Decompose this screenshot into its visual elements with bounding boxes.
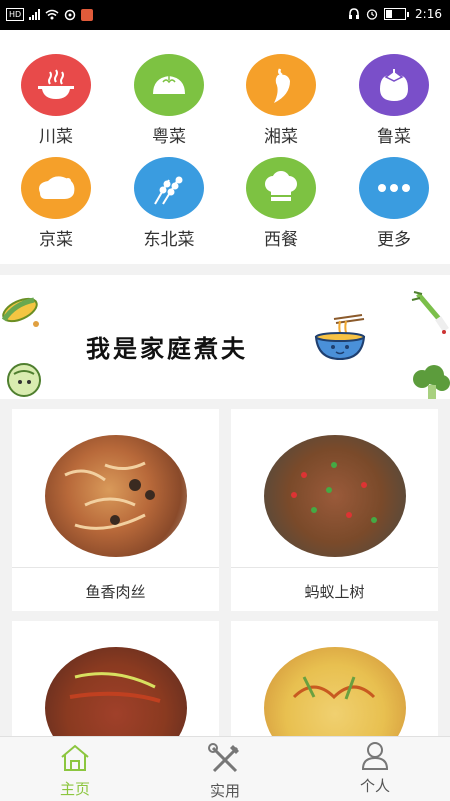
category-more[interactable]: 更多 [344, 157, 444, 250]
alarm-icon [366, 9, 378, 20]
app-notification-icon [81, 8, 94, 21]
banner[interactable]: 我是家庭煮夫 [0, 275, 450, 399]
tab-label: 实用 [209, 782, 240, 800]
more-icon [378, 184, 410, 192]
person-icon [361, 742, 389, 770]
headphones-icon [349, 8, 360, 19]
recipe-card[interactable]: 蚂蚁上树 [231, 409, 438, 611]
recipe-image-texture [291, 462, 377, 523]
category-hunan[interactable]: 湘菜 [231, 54, 331, 147]
leek-icon [411, 291, 449, 334]
recipe-name: 蚂蚁上树 [304, 583, 365, 601]
category-western[interactable]: 西餐 [231, 157, 331, 250]
recipe-card[interactable] [12, 621, 219, 769]
tab-label: 主页 [59, 780, 90, 798]
banner-title: 我是家庭煮夫 [86, 335, 248, 363]
category-label: 湘菜 [264, 127, 298, 147]
sync-icon [64, 9, 76, 20]
category-0-circle [21, 54, 91, 116]
signal-4g-icon [29, 9, 41, 20]
category-4-circle [21, 157, 91, 219]
category-5-circle [134, 157, 204, 219]
category-label: 鲁菜 [377, 127, 411, 147]
corn-icon [1, 297, 39, 327]
card-divider [12, 567, 219, 568]
noodle-bowl-icon [314, 314, 366, 361]
battery-icon [384, 8, 407, 20]
category-sichuan[interactable]: 川菜 [6, 54, 106, 147]
status-time: 2:16 [415, 7, 442, 21]
broccoli-icon [413, 365, 450, 399]
category-label: 东北菜 [143, 230, 195, 250]
recipe-image [264, 435, 406, 557]
bottom-tab-bar: 主页 实用 个人 [0, 736, 450, 801]
tools-icon [208, 743, 239, 773]
wifi-icon [45, 9, 59, 20]
home-icon [61, 744, 89, 771]
category-3-circle [359, 54, 429, 116]
recipe-image-texture [64, 461, 155, 530]
tab-label: 个人 [359, 777, 390, 795]
recipe-name: 鱼香肉丝 [85, 583, 146, 601]
category-label: 西餐 [264, 230, 298, 250]
dumpling-icon [153, 76, 185, 94]
skewer-icon [154, 176, 183, 205]
roast-duck-icon [39, 176, 75, 199]
category-northeast[interactable]: 东北菜 [119, 157, 219, 250]
chili-pepper-icon [274, 68, 290, 103]
recipe-image [45, 435, 187, 557]
category-label: 川菜 [39, 127, 73, 147]
cabbage-icon [7, 363, 41, 397]
category-2-circle [246, 54, 316, 116]
category-panel: 川菜 粤菜 湘菜 鲁菜 京菜 东北菜 西餐 更多 [0, 30, 450, 264]
eggplant-icon [380, 69, 408, 101]
category-beijing[interactable]: 京菜 [6, 157, 106, 250]
status-bar: HD 2:16 [0, 0, 450, 30]
category-label: 粤菜 [152, 127, 186, 147]
category-6-circle [246, 157, 316, 219]
tab-home[interactable]: 主页 [15, 737, 135, 801]
category-shandong[interactable]: 鲁菜 [344, 54, 444, 147]
category-1-circle [134, 54, 204, 116]
card-divider [231, 567, 438, 568]
recipe-card[interactable] [231, 621, 438, 769]
category-label: 京菜 [39, 230, 73, 250]
hd-icon: HD [6, 8, 25, 21]
category-cantonese[interactable]: 粤菜 [119, 54, 219, 147]
tab-profile[interactable]: 个人 [315, 737, 435, 801]
chef-hat-icon [265, 171, 297, 201]
recipe-card[interactable]: 鱼香肉丝 [12, 409, 219, 611]
hot-pot-icon [38, 69, 74, 99]
tab-tools[interactable]: 实用 [165, 737, 285, 801]
category-label: 更多 [377, 230, 411, 250]
category-7-circle [359, 157, 429, 219]
